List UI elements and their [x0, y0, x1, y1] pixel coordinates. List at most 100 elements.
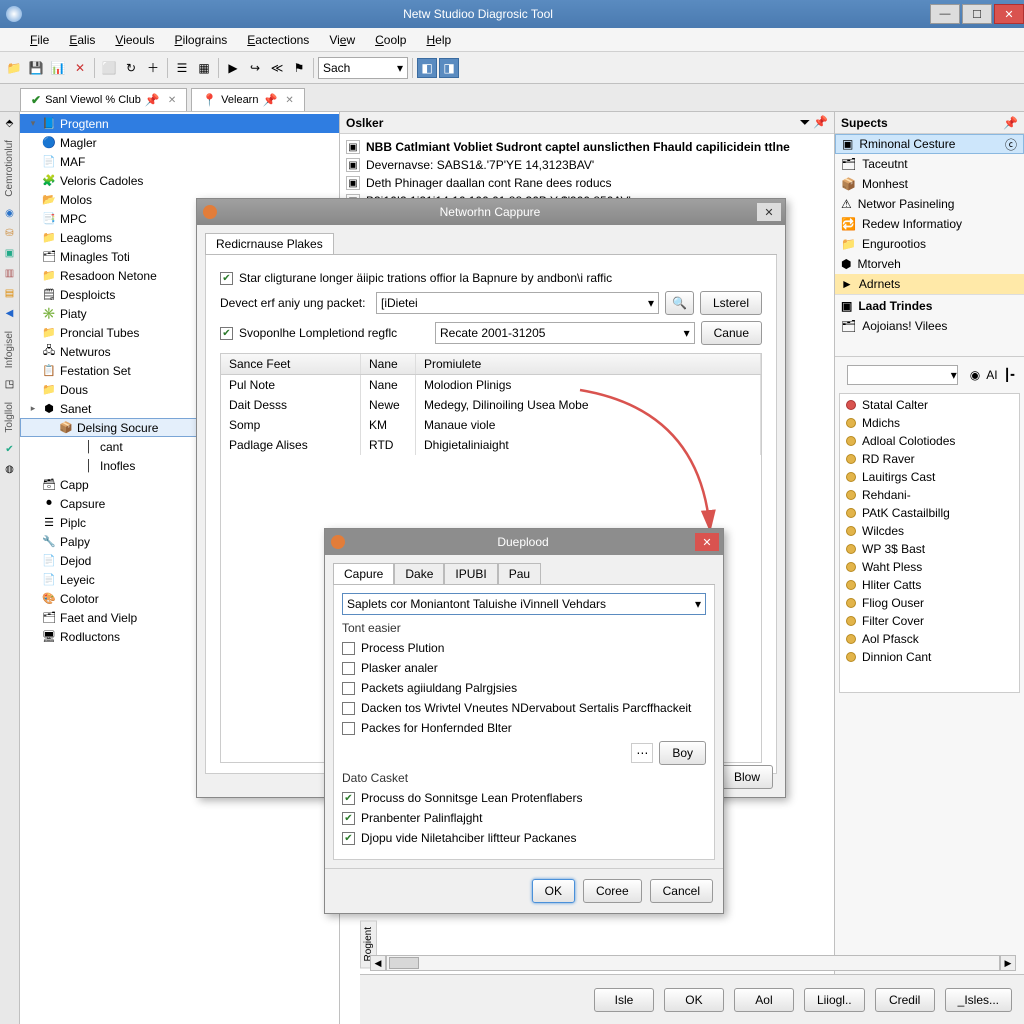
- tree-item[interactable]: 🧩Veloris Cadoles: [20, 171, 339, 190]
- bottom-button[interactable]: Aol: [734, 988, 794, 1012]
- green-icon[interactable]: ▣: [3, 247, 17, 261]
- pin-icon[interactable]: 📌: [1003, 116, 1018, 130]
- search-combo[interactable]: Sach▾: [318, 57, 408, 79]
- section-header[interactable]: ▣Rminonal Cestureⓒ: [835, 134, 1024, 154]
- doc-tab[interactable]: ✔ Sanl Viewol % Club 📌✕: [20, 88, 187, 111]
- delete-icon[interactable]: ✕: [70, 58, 90, 78]
- checkbox[interactable]: ✔: [342, 812, 355, 825]
- list-item[interactable]: Mdichs: [840, 414, 1019, 432]
- bottom-button[interactable]: OK: [664, 988, 724, 1012]
- add-icon[interactable]: ＋: [143, 58, 163, 78]
- suspect-item[interactable]: ⬢Mtorveh: [835, 254, 1024, 274]
- checkbox-star[interactable]: ✔: [220, 272, 233, 285]
- listel-button[interactable]: Lsterel: [700, 291, 762, 315]
- suspect-item[interactable]: 📁Engurootios: [835, 234, 1024, 254]
- tab-redicrnause[interactable]: Redicrnause Plakes: [205, 233, 334, 254]
- tree-item[interactable]: ▾📘Progtenn: [20, 114, 339, 133]
- list-item[interactable]: Aol Pfasck: [840, 630, 1019, 648]
- dlg-tab[interactable]: IPUBI: [444, 563, 497, 584]
- list-item[interactable]: Dinnion Cant: [840, 648, 1019, 666]
- boy-button[interactable]: Boy: [659, 741, 706, 765]
- suspect-item[interactable]: ►Adrnets: [835, 274, 1024, 294]
- play-icon[interactable]: ▶: [223, 58, 243, 78]
- menu-ealis[interactable]: Ealis: [59, 30, 105, 50]
- list-item[interactable]: Hliter Catts: [840, 576, 1019, 594]
- grid-icon[interactable]: ▦: [194, 58, 214, 78]
- log-line[interactable]: ▣NBB Catlmiant Vobliet Sudront captel au…: [346, 138, 828, 156]
- dialog-close-button[interactable]: ✕: [757, 203, 781, 221]
- window-icon[interactable]: ⬜: [99, 58, 119, 78]
- list-item[interactable]: RD Raver: [840, 450, 1019, 468]
- left-icon[interactable]: ◀: [3, 307, 17, 321]
- bottom-button[interactable]: Liiogl..: [804, 988, 865, 1012]
- panel1-icon[interactable]: ◧: [417, 58, 437, 78]
- menu-pilograins[interactable]: Pilograins: [165, 30, 238, 50]
- bottom-button[interactable]: _Isles...: [945, 988, 1012, 1012]
- dlg-tab[interactable]: Pau: [498, 563, 541, 584]
- dialog-titlebar[interactable]: Networhn Cappure ✕: [197, 199, 785, 225]
- menu-coolp[interactable]: Coolp: [365, 30, 416, 50]
- folder-icon[interactable]: 📁: [4, 58, 24, 78]
- maximize-button[interactable]: ☐: [962, 4, 992, 24]
- suspect-item[interactable]: 🗂Taceutnt: [835, 154, 1024, 174]
- checkbox[interactable]: [342, 642, 355, 655]
- filter-combo[interactable]: ▾: [847, 365, 958, 385]
- trindes-item[interactable]: 🗂Aojoians! Vilees: [835, 316, 1024, 336]
- col-header[interactable]: Promiulete: [416, 354, 761, 374]
- suspect-item[interactable]: 🔁Redew Informatioy: [835, 214, 1024, 234]
- orange-icon[interactable]: ▤: [3, 287, 17, 301]
- list-item[interactable]: Lauitirgs Cast: [840, 468, 1019, 486]
- stop-icon[interactable]: ≪: [267, 58, 287, 78]
- layout-icon[interactable]: ┃╸: [1004, 368, 1018, 382]
- menu-help[interactable]: Help: [416, 30, 461, 50]
- bottom-button[interactable]: Isle: [594, 988, 654, 1012]
- list-icon[interactable]: ☰: [172, 58, 192, 78]
- side-label[interactable]: Infogisel: [4, 327, 15, 372]
- list-item[interactable]: WP 3$ Bast: [840, 540, 1019, 558]
- list-item[interactable]: Waht Pless: [840, 558, 1019, 576]
- list-item[interactable]: Filter Cover: [840, 612, 1019, 630]
- check-icon[interactable]: ✔: [3, 443, 17, 457]
- tree-item[interactable]: 📄MAF: [20, 152, 339, 171]
- core-button[interactable]: Coree: [583, 879, 642, 903]
- doc-tab[interactable]: 📍 Velearn 📌✕: [191, 88, 305, 111]
- side-label[interactable]: Cemrotionluf: [4, 136, 15, 201]
- list-item[interactable]: Adloal Colotiodes: [840, 432, 1019, 450]
- checkbox[interactable]: [342, 722, 355, 735]
- items-list[interactable]: Statal CalterMdichsAdloal ColotiodesRD R…: [839, 393, 1020, 693]
- chart-icon[interactable]: 📊: [48, 58, 68, 78]
- panel2-icon[interactable]: ◨: [439, 58, 459, 78]
- book-icon[interactable]: ▥: [3, 267, 17, 281]
- checkbox[interactable]: [342, 662, 355, 675]
- menu-file[interactable]: File: [20, 30, 59, 50]
- blow-button[interactable]: Blow: [721, 765, 773, 789]
- ok-button[interactable]: OK: [532, 879, 575, 903]
- checkbox[interactable]: [342, 682, 355, 695]
- refresh-icon[interactable]: ↻: [121, 58, 141, 78]
- menu-vieouls[interactable]: Vieouls: [105, 30, 164, 50]
- save-icon[interactable]: 💾: [26, 58, 46, 78]
- pin-icon[interactable]: ⬘: [3, 116, 17, 130]
- table-row[interactable]: Pul NoteNaneMolodion Plinigs: [221, 375, 761, 395]
- dlg-tab[interactable]: Dake: [394, 563, 444, 584]
- dlg-tab[interactable]: Capure: [333, 563, 394, 584]
- close-icon[interactable]: ✕: [285, 95, 293, 106]
- checkbox[interactable]: [342, 702, 355, 715]
- suspect-item[interactable]: ⚠Networ Pasineling: [835, 194, 1024, 214]
- opts-icon[interactable]: ⋯: [631, 743, 653, 763]
- close-button[interactable]: ✕: [994, 4, 1024, 24]
- list-item[interactable]: PAtK Castailbillg: [840, 504, 1019, 522]
- col-header[interactable]: Nane: [361, 354, 416, 374]
- close-icon[interactable]: ✕: [168, 95, 176, 106]
- checkbox[interactable]: ✔: [342, 832, 355, 845]
- table-row[interactable]: SompKMManaue viole: [221, 415, 761, 435]
- dialog-close-button[interactable]: ✕: [695, 533, 719, 551]
- side-label[interactable]: Tolgllol: [4, 398, 15, 437]
- horizontal-scrollbar[interactable]: ◀▶: [370, 954, 1016, 972]
- ai-label[interactable]: AI: [986, 368, 997, 382]
- log-line[interactable]: ▣Deth Phinager daallan cont Rane dees ro…: [346, 174, 828, 192]
- list-item[interactable]: Wilcdes: [840, 522, 1019, 540]
- table-row[interactable]: Dait DesssNeweMedegy, Dilinoiling Usea M…: [221, 395, 761, 415]
- search-button[interactable]: 🔍: [665, 291, 694, 315]
- bottom-button[interactable]: Credil: [875, 988, 935, 1012]
